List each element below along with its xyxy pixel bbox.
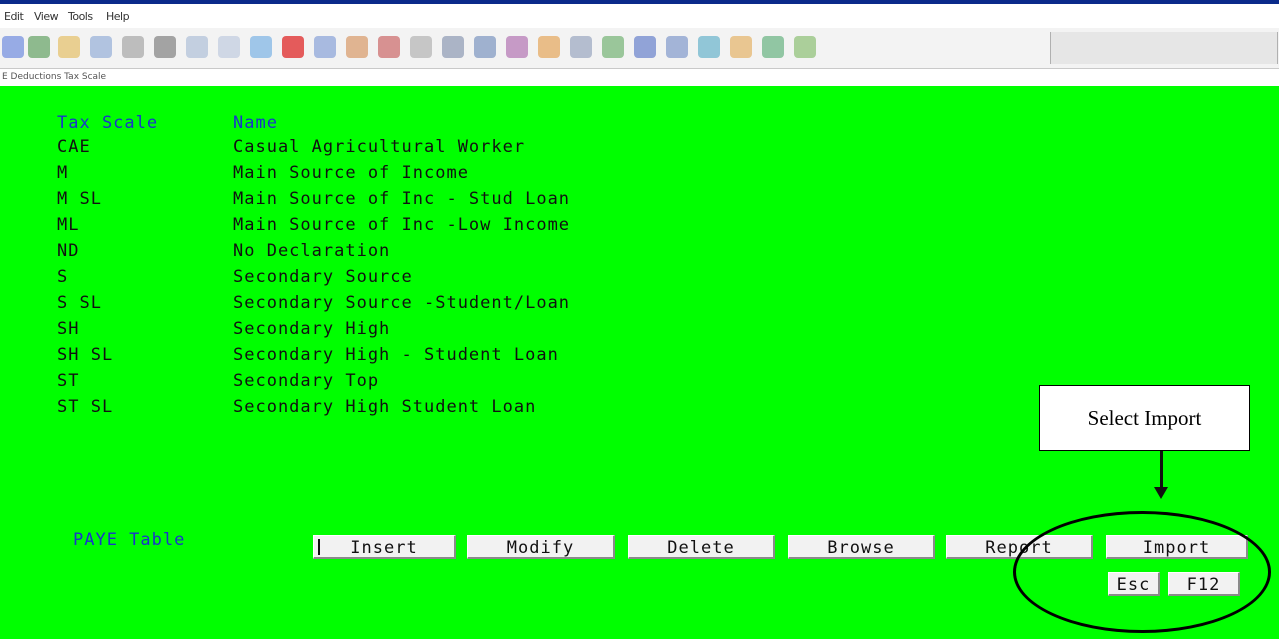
- tool-icon[interactable]: [346, 36, 368, 58]
- bookmark-icon[interactable]: [506, 36, 528, 58]
- modify-button[interactable]: Modify: [467, 535, 615, 559]
- forward-icon[interactable]: [28, 36, 50, 58]
- row-name-st[interactable]: Secondary Top: [233, 371, 379, 391]
- row-code-m[interactable]: M: [57, 163, 68, 183]
- row-code-st[interactable]: ST: [57, 371, 79, 391]
- toolbar: [0, 28, 1279, 69]
- exit-icon[interactable]: [794, 36, 816, 58]
- edit-icon[interactable]: [314, 36, 336, 58]
- delete-button[interactable]: Delete: [628, 535, 775, 559]
- row-name-sh-sl[interactable]: Secondary High - Student Loan: [233, 345, 559, 365]
- menu-view[interactable]: View: [34, 10, 59, 23]
- search-icon[interactable]: [90, 36, 112, 58]
- refresh-icon[interactable]: [218, 36, 240, 58]
- print-icon[interactable]: [154, 36, 176, 58]
- row-name-st-sl[interactable]: Secondary High Student Loan: [233, 397, 536, 417]
- paste-icon[interactable]: [442, 36, 464, 58]
- browse-button[interactable]: Browse: [788, 535, 935, 559]
- screen: Edit View Tools Help E Deductions Tax Sc…: [0, 0, 1279, 639]
- row-name-cae[interactable]: Casual Agricultural Worker: [233, 137, 525, 157]
- window-title-bar: E Deductions Tax Scale: [0, 70, 1279, 86]
- column-header-name: Name: [233, 113, 278, 133]
- row-code-s[interactable]: S: [57, 267, 68, 287]
- row-name-s[interactable]: Secondary Source: [233, 267, 413, 287]
- arrow-down-icon: [1154, 487, 1168, 499]
- row-name-m[interactable]: Main Source of Income: [233, 163, 469, 183]
- row-code-sh-sl[interactable]: SH SL: [57, 345, 113, 365]
- chart-icon[interactable]: [698, 36, 720, 58]
- callout-arrow-line: [1160, 451, 1163, 489]
- colour-icon[interactable]: [282, 36, 304, 58]
- menu-help[interactable]: Help: [106, 10, 130, 23]
- preview-icon[interactable]: [186, 36, 208, 58]
- row-name-m-sl[interactable]: Main Source of Inc - Stud Loan: [233, 189, 570, 209]
- copy-icon[interactable]: [410, 36, 432, 58]
- settings-icon[interactable]: [570, 36, 592, 58]
- paye-table-label: PAYE Table: [73, 530, 186, 550]
- row-code-st-sl[interactable]: ST SL: [57, 397, 113, 417]
- column-header-tax-scale: Tax Scale: [57, 113, 159, 133]
- row-code-m-sl[interactable]: M SL: [57, 189, 102, 209]
- highlight-ellipse: [1013, 511, 1271, 633]
- help-icon[interactable]: [250, 36, 272, 58]
- modify-button-label: Modify: [506, 538, 575, 558]
- money-icon[interactable]: [762, 36, 784, 58]
- menu-edit[interactable]: Edit: [4, 10, 24, 23]
- calendar-icon[interactable]: [602, 36, 624, 58]
- row-code-ml[interactable]: ML: [57, 215, 79, 235]
- row-code-s-sl[interactable]: S SL: [57, 293, 102, 313]
- row-code-cae[interactable]: CAE: [57, 137, 91, 157]
- new-icon[interactable]: [122, 36, 144, 58]
- folder-icon[interactable]: [58, 36, 80, 58]
- row-name-ml[interactable]: Main Source of Inc -Low Income: [233, 215, 570, 235]
- list-icon[interactable]: [474, 36, 496, 58]
- text-cursor: [318, 539, 320, 555]
- back-icon[interactable]: [2, 36, 24, 58]
- menu-tools[interactable]: Tools: [68, 10, 93, 23]
- mail-icon[interactable]: [666, 36, 688, 58]
- menubar: Edit View Tools Help: [0, 4, 1279, 28]
- insert-button-label: Insert: [350, 538, 418, 558]
- globe-icon[interactable]: [634, 36, 656, 58]
- row-code-sh[interactable]: SH: [57, 319, 79, 339]
- row-name-sh[interactable]: Secondary High: [233, 319, 390, 339]
- lock-icon[interactable]: [538, 36, 560, 58]
- user-icon[interactable]: [730, 36, 752, 58]
- window-title: E Deductions Tax Scale: [2, 72, 107, 82]
- row-code-nd[interactable]: ND: [57, 241, 79, 261]
- row-name-nd[interactable]: No Declaration: [233, 241, 390, 261]
- browse-button-label: Browse: [827, 538, 895, 558]
- insert-button[interactable]: Insert: [313, 535, 456, 559]
- row-name-s-sl[interactable]: Secondary Source -Student/Loan: [233, 293, 570, 313]
- delete-button-label: Delete: [667, 538, 735, 558]
- toolbar-spacer: [1050, 32, 1278, 64]
- cut-icon[interactable]: [378, 36, 400, 58]
- select-import-callout: Select Import: [1039, 385, 1250, 451]
